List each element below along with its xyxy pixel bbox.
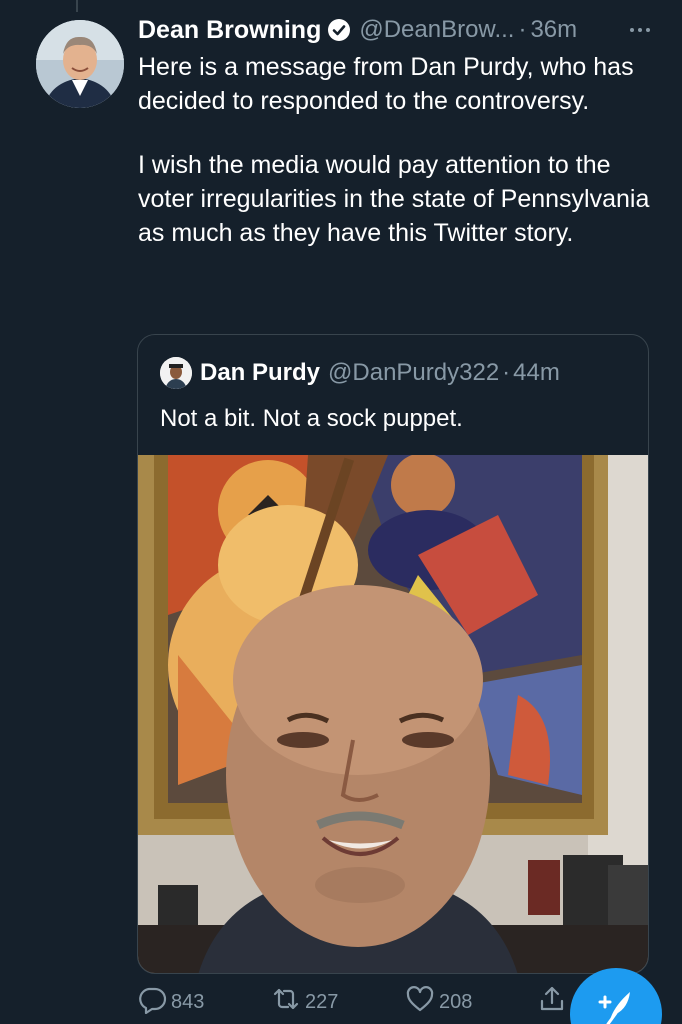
share-button[interactable] [537,984,567,1020]
video-frame-image [138,453,648,973]
separator-dot: · [518,16,527,43]
author-avatar[interactable] [36,20,124,108]
author-name[interactable]: Dean Browning [138,16,321,45]
more-icon[interactable] [630,28,658,32]
quoted-tweet-header: Dan Purdy @DanPurdy322 · 44m [160,357,560,389]
compose-icon [596,986,636,1024]
quoted-tweet[interactable]: Dan Purdy @DanPurdy322 · 44m Not a bit. … [137,334,649,974]
quoted-tweet-text: Not a bit. Not a sock puppet. [160,405,463,432]
quoted-author-handle: @DanPurdy322 [328,359,500,386]
tweet-paragraph: Here is a message from Dan Purdy, who ha… [138,53,634,115]
quoted-author-avatar [160,357,192,389]
tweet-header: Dean Browning @DeanBrow... · 36m [138,10,658,50]
retweet-button[interactable]: 227 [271,984,338,1020]
like-button[interactable]: 208 [405,984,472,1020]
share-icon [537,984,567,1020]
retweet-count: 227 [305,990,339,1013]
quoted-author-name: Dan Purdy [200,359,321,386]
tweet-text: Here is a message from Dan Purdy, who ha… [138,50,658,250]
thread-connector-line [76,0,78,12]
author-avatar-image [36,20,124,108]
tweet-body: Dean Browning @DeanBrow... · 36m Here is… [138,10,658,250]
verified-badge-icon [327,18,351,42]
like-count: 208 [439,990,473,1013]
reply-icon [137,984,167,1020]
separator-dot: · [502,359,511,386]
quoted-tweet-timestamp: 44m [513,359,560,386]
compose-tweet-button[interactable] [570,968,662,1024]
reply-count: 843 [171,990,205,1013]
quoted-tweet-video[interactable] [138,453,648,973]
tweet-paragraph: I wish the media would pay attention to … [138,151,650,247]
reply-button[interactable]: 843 [137,984,204,1020]
retweet-icon [271,984,301,1020]
like-icon [405,984,435,1020]
tweet-timestamp[interactable]: 36m [530,16,577,44]
author-handle[interactable]: @DeanBrow... [359,16,514,44]
